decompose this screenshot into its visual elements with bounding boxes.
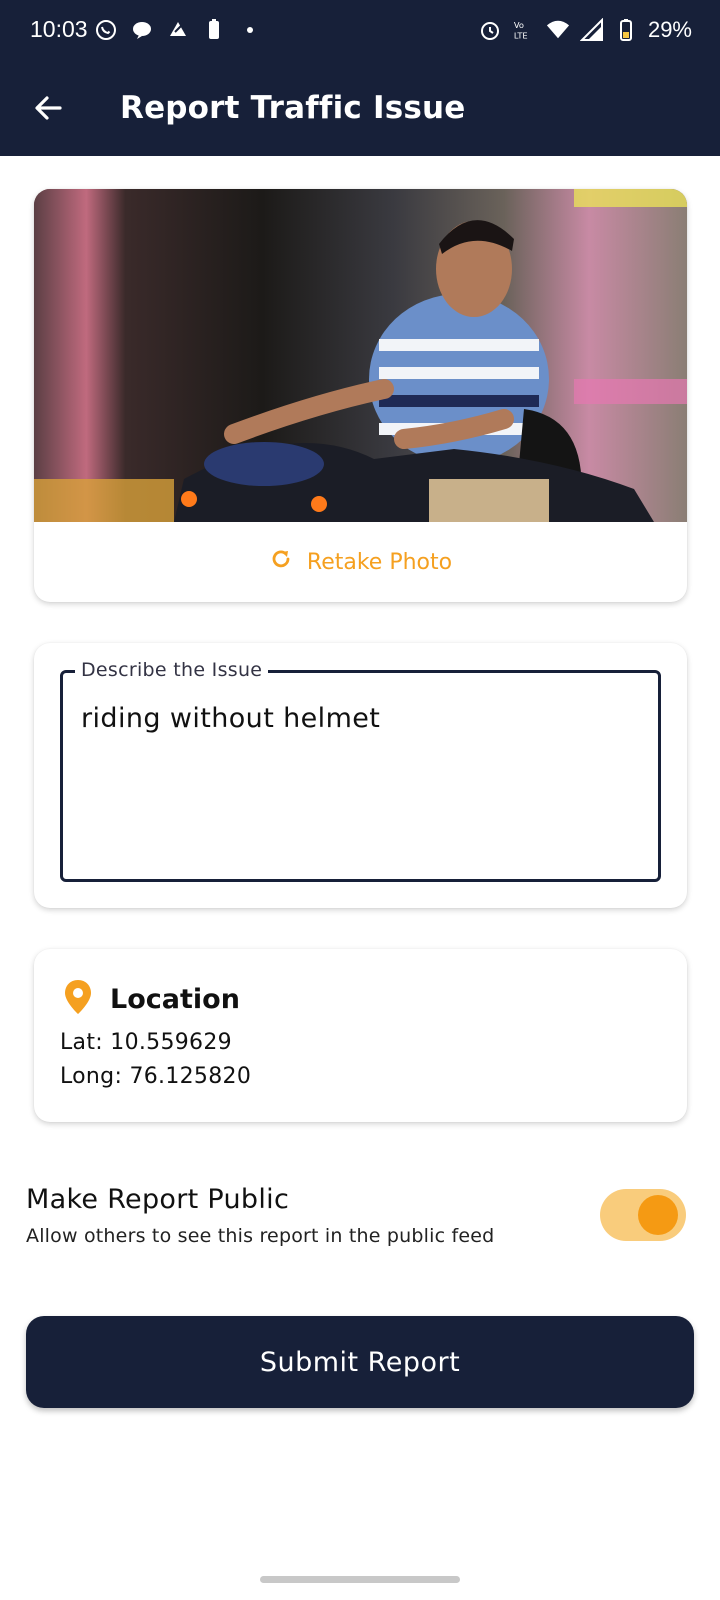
toggle-knob [638, 1195, 678, 1235]
battery-icon [614, 18, 638, 42]
signal-icon [579, 18, 604, 42]
location-card: Location Lat: 10.559629 Long: 76.125820 [34, 949, 687, 1122]
location-header: Location [64, 979, 240, 1019]
public-toggle-subtitle: Allow others to see this report in the p… [26, 1225, 495, 1247]
retake-photo-label: Retake Photo [306, 549, 453, 575]
alarm-icon [478, 18, 502, 42]
location-pin-icon [64, 979, 92, 1019]
longitude-text: Long: 76.125820 [60, 1064, 252, 1089]
make-public-toggle[interactable] [600, 1189, 686, 1241]
svg-text:LTE: LTE [514, 30, 528, 40]
refresh-icon [269, 547, 293, 577]
app-icon [166, 18, 190, 42]
battery-percent: 29% [647, 17, 692, 42]
app-bar: Report Traffic Issue [0, 64, 720, 156]
page-title: Report Traffic Issue [120, 90, 466, 126]
submit-report-label: Submit Report [259, 1346, 461, 1378]
status-system-icons: Vo LTE 29% [478, 17, 692, 43]
captured-photo [34, 189, 687, 522]
description-card: Describe the Issue riding without helmet [34, 643, 687, 908]
battery-small-icon [202, 18, 226, 42]
volte-icon: Vo LTE [512, 18, 536, 42]
latitude-text: Lat: 10.559629 [60, 1030, 232, 1055]
photo-card: Retake Photo [34, 189, 687, 602]
back-button[interactable] [26, 88, 70, 132]
description-field[interactable]: Describe the Issue riding without helmet [60, 659, 661, 882]
chat-icon [130, 18, 154, 42]
dot-icon [238, 18, 262, 42]
status-time: 10:03 [30, 16, 88, 42]
arrow-left-icon [33, 93, 63, 127]
public-toggle-title: Make Report Public [26, 1184, 290, 1215]
status-bar: 10:03 Vo LTE 29% [0, 0, 720, 64]
whatsapp-icon [94, 18, 118, 42]
status-notification-icons [94, 18, 262, 42]
description-label: Describe the Issue [75, 659, 269, 681]
submit-report-button[interactable]: Submit Report [26, 1316, 694, 1408]
home-indicator[interactable] [260, 1576, 460, 1583]
wifi-icon [546, 18, 570, 42]
description-input[interactable]: riding without helmet [81, 703, 380, 734]
svg-text:Vo: Vo [514, 20, 524, 30]
retake-photo-button[interactable]: Retake Photo [34, 522, 687, 602]
location-title: Location [110, 983, 240, 1015]
